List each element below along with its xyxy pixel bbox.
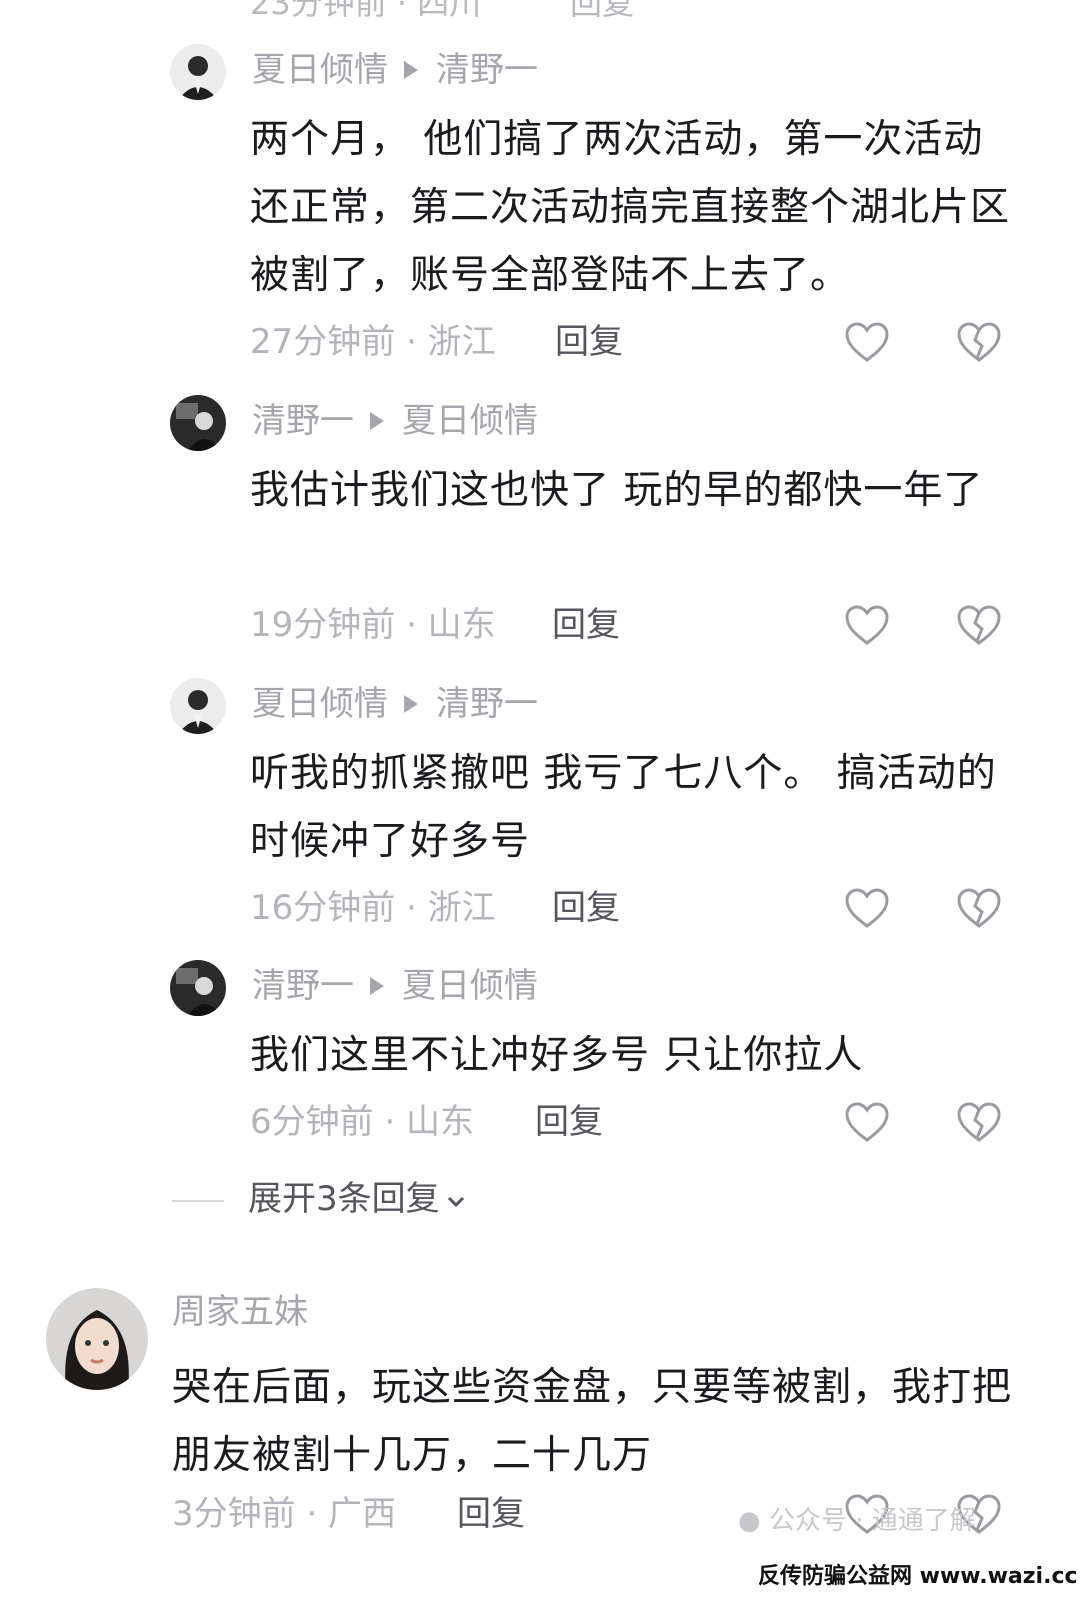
comment-meta: 27分钟前 · 浙江 回复 xyxy=(250,318,623,366)
author-line: 清野一 夏日倾情 xyxy=(252,399,538,443)
wechat-icon: ● xyxy=(738,1506,761,1536)
dislike-broken-heart-icon[interactable] xyxy=(954,601,1004,651)
comment-time-location: 6分钟前 · 山东 xyxy=(250,1102,475,1142)
like-heart-icon[interactable] xyxy=(842,318,892,368)
author-name[interactable]: 清野一 xyxy=(252,401,354,441)
comment-time-location: 16分钟前 · 浙江 xyxy=(250,888,496,928)
wechat-watermark: ● 公众号 · 通通了解 xyxy=(738,1500,976,1537)
divider xyxy=(172,1199,224,1202)
wechat-watermark-text: 公众号 · 通通了解 xyxy=(768,1506,976,1536)
reply-to-name[interactable]: 清野一 xyxy=(436,684,538,724)
author-line: 清野一 夏日倾情 xyxy=(252,964,538,1008)
comment-time-location: 27分钟前 · 浙江 xyxy=(250,322,496,362)
partial-comment-meta: 23分钟前 · 四川 回复 xyxy=(250,0,634,22)
avatar[interactable] xyxy=(46,1288,148,1390)
reply-button[interactable]: 回复 xyxy=(457,1490,525,1538)
reply-arrow-icon xyxy=(370,411,384,430)
reply-button[interactable]: 回复 xyxy=(555,318,623,366)
like-heart-icon[interactable] xyxy=(842,601,892,651)
comment-time-location: 19分钟前 · 山东 xyxy=(250,605,496,645)
site-watermark: 反传防骗公益网 www.wazi.cc xyxy=(752,1556,1080,1592)
comment-time-location: 3分钟前 · 广西 xyxy=(172,1494,397,1534)
reply-arrow-icon xyxy=(370,976,384,995)
author-line: 夏日倾情 清野一 xyxy=(252,682,538,726)
reply-button[interactable]: 回复 xyxy=(552,601,620,649)
reply-to-name[interactable]: 清野一 xyxy=(436,50,538,90)
reply-to-name[interactable]: 夏日倾情 xyxy=(402,401,538,441)
dislike-broken-heart-icon[interactable] xyxy=(954,318,1004,368)
comment-text: 我们这里不让冲好多号 只让你拉人 xyxy=(250,1033,864,1078)
author-name[interactable]: 清野一 xyxy=(252,966,354,1006)
author-name[interactable]: 周家五妹 xyxy=(172,1290,308,1334)
reply-to-name[interactable]: 夏日倾情 xyxy=(402,966,538,1006)
author-name[interactable]: 夏日倾情 xyxy=(252,684,388,724)
avatar[interactable] xyxy=(170,678,226,734)
reply-button[interactable]: 回复 xyxy=(570,0,634,24)
chevron-down-icon xyxy=(447,1196,464,1207)
comment-meta: 3分钟前 · 广西 回复 xyxy=(172,1490,525,1538)
comment-meta: 16分钟前 · 浙江 回复 xyxy=(250,884,620,932)
author-line: 夏日倾情 清野一 xyxy=(252,48,538,92)
reply-arrow-icon xyxy=(404,694,418,713)
comment-text: 听我的抓紧撤吧 我亏了七八个。 搞活动的时候冲了好多号 xyxy=(250,751,997,864)
reply-button[interactable]: 回复 xyxy=(552,884,620,932)
reply-arrow-icon xyxy=(404,60,418,79)
expand-replies-button[interactable]: 展开3条回复 xyxy=(172,1175,468,1223)
comment-text: 我估计我们这也快了 玩的早的都快一年了 xyxy=(250,468,984,513)
comment-text: 两个月， 他们搞了两次活动，第一次活动还正常，第二次活动搞完直接整个湖北片区被割… xyxy=(250,117,1011,298)
comment-meta: 19分钟前 · 山东 回复 xyxy=(250,601,620,649)
comment-time-location: 23分钟前 · 四川 xyxy=(250,0,482,22)
author-name[interactable]: 夏日倾情 xyxy=(252,50,388,90)
avatar[interactable] xyxy=(170,960,226,1016)
avatar[interactable] xyxy=(170,44,226,100)
like-heart-icon[interactable] xyxy=(842,1098,892,1148)
comment-meta: 6分钟前 · 山东 回复 xyxy=(250,1098,603,1146)
reply-button[interactable]: 回复 xyxy=(535,1098,603,1146)
avatar[interactable] xyxy=(170,395,226,451)
expand-replies-label: 展开3条回复 xyxy=(248,1179,440,1219)
dislike-broken-heart-icon[interactable] xyxy=(954,1098,1004,1148)
dislike-broken-heart-icon[interactable] xyxy=(954,884,1004,934)
like-heart-icon[interactable] xyxy=(842,884,892,934)
comment-text: 哭在后面，玩这些资金盘，只要等被割，我打把朋友被割十几万，二十几万 xyxy=(172,1365,1013,1478)
